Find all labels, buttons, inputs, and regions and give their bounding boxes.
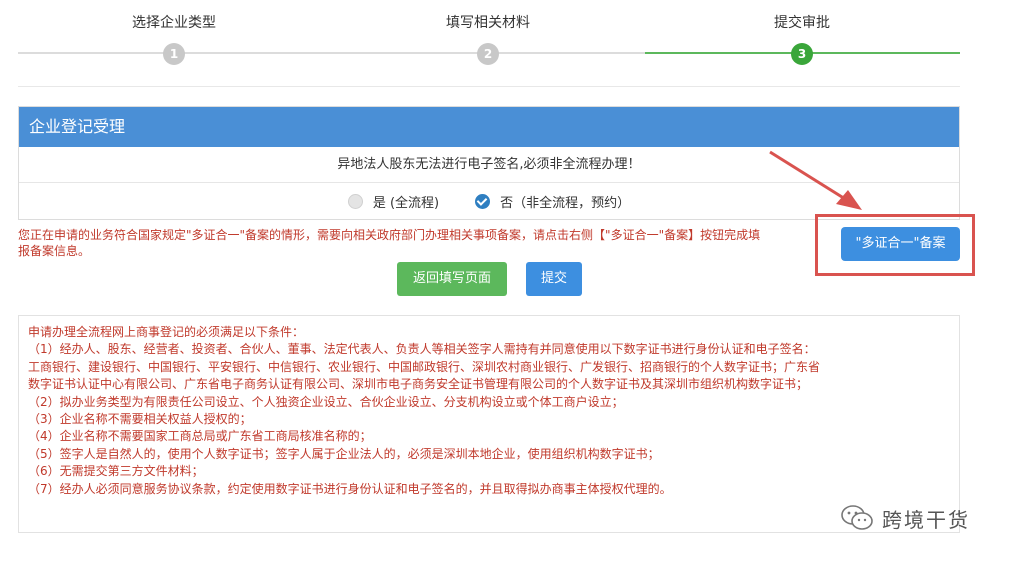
step-3-label: 提交审批 <box>774 15 830 31</box>
arrow-annotation-icon <box>769 150 862 210</box>
progress-steps: 选择企业类型 填写相关材料 提交审批 1 2 3 <box>0 0 1011 80</box>
step-1-label: 选择企业类型 <box>132 15 216 31</box>
watermark: 跨境干货 <box>840 500 970 536</box>
return-edit-button[interactable]: 返回填写页面 <box>397 262 507 296</box>
condition-line: （2）拟办业务类型为有限责任公司设立、个人独资企业设立、合伙企业设立、分支机构设… <box>28 394 624 409</box>
condition-line: （3）企业名称不需要相关权益人授权的； <box>28 412 252 427</box>
condition-line: （1）经办人、股东、经营者、投资者、合伙人、董事、法定代表人、负责人等相关签字人… <box>28 342 816 357</box>
option-full-flow-label: 是 (全流程) <box>372 195 440 211</box>
radio-unchecked-icon[interactable] <box>347 193 363 209</box>
option-non-full-flow-label: 否（非全流程，预约） <box>500 195 631 211</box>
divider <box>18 86 960 87</box>
option-non-full-flow[interactable]: 否（非全流程，预约） <box>475 192 630 211</box>
watermark-text: 跨境干货 <box>882 507 970 532</box>
step-2-label: 填写相关材料 <box>446 15 530 31</box>
condition-line: （5）签字人是自然人的，使用个人数字证书；签字人属于企业法人的，必须是深圳本地企… <box>28 446 660 461</box>
submit-button[interactable]: 提交 <box>526 262 582 296</box>
multi-certificate-filing-button[interactable]: "多证合一"备案 <box>841 227 960 261</box>
condition-line: 数字证书认证中心有限公司、广东省电子商务认证有限公司、深圳市电子商务安全证书管理… <box>28 377 809 392</box>
step-3-dot: 3 <box>791 43 813 65</box>
step-track-inactive <box>18 52 645 54</box>
conditions-box: 申请办理全流程网上商事登记的必须满足以下条件： （1）经办人、股东、经营者、投资… <box>18 315 960 533</box>
option-full-flow[interactable]: 是 (全流程) <box>347 192 440 211</box>
panel-title: 企业登记受理 <box>19 107 959 147</box>
step-1-dot: 1 <box>163 43 185 65</box>
condition-line: 工商银行、建设银行、中国银行、平安银行、中信银行、农业银行、中国邮政银行、深圳农… <box>28 359 821 374</box>
condition-line: （4）企业名称不需要国家工商总局或广东省工商局核准名称的； <box>28 429 372 444</box>
radio-checked-icon[interactable] <box>475 193 491 209</box>
step-2-dot: 2 <box>477 43 499 65</box>
wechat-icon <box>841 505 873 530</box>
condition-line: 申请办理全流程网上商事登记的必须满足以下条件： <box>28 325 305 339</box>
condition-line: （6）无需提交第三方文件材料； <box>28 464 204 479</box>
filing-notice: 您正在申请的业务符合国家规定"多证合一"备案的情形，需要向相关政府部门办理相关事… <box>18 228 761 258</box>
condition-line: （7）经办人必须同意服务协议条款，约定使用数字证书进行身份认证和电子签名的，并且… <box>28 481 672 496</box>
